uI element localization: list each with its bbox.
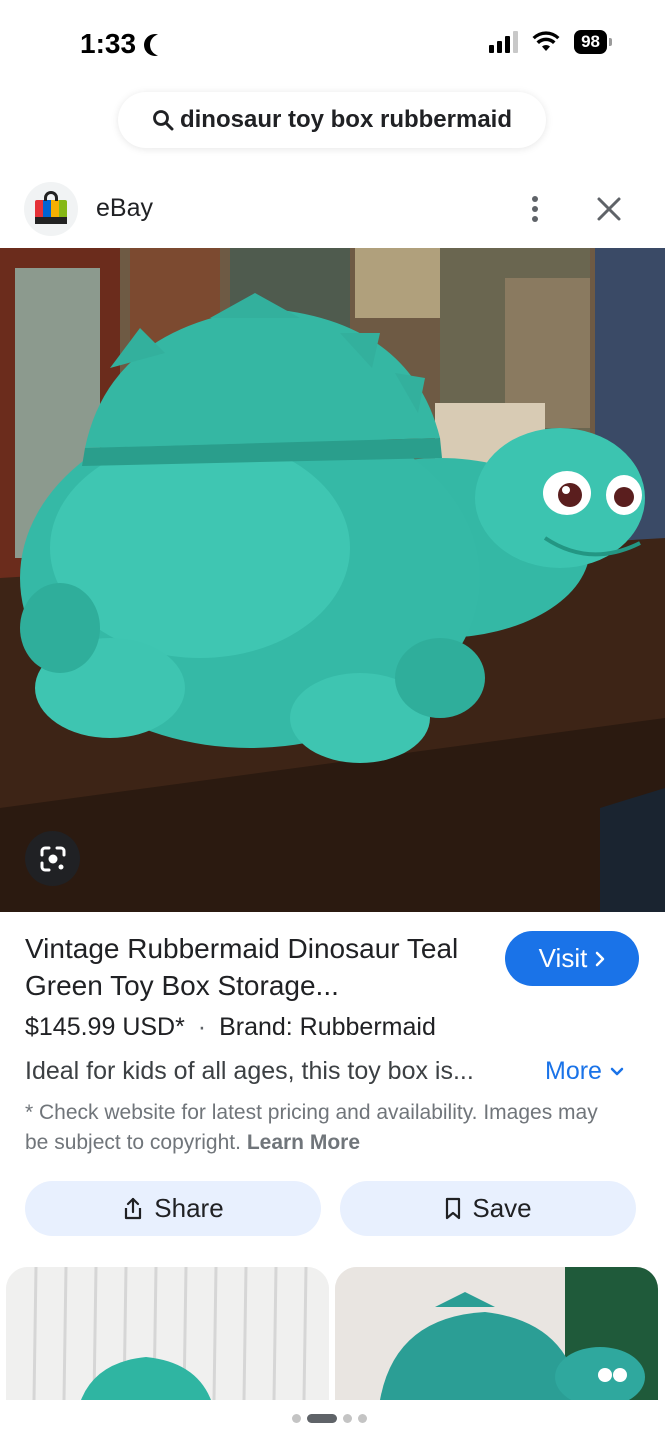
learn-more-link[interactable]: Learn More [247, 1131, 360, 1154]
lens-icon [40, 846, 65, 871]
more-button[interactable]: More [545, 1057, 624, 1086]
page-indicator [292, 1414, 367, 1423]
description: Ideal for kids of all ages, this toy box… [25, 1057, 474, 1085]
page-dot [307, 1414, 337, 1423]
lens-search-button[interactable] [25, 831, 80, 886]
product-image[interactable] [0, 248, 665, 912]
source-header: eBay [0, 180, 665, 238]
battery-indicator: 98 [574, 30, 612, 54]
visit-button[interactable]: Visit [505, 931, 639, 986]
cellular-signal-icon [489, 31, 519, 53]
search-query-text: dinosaur toy box rubbermaid [179, 106, 513, 133]
chevron-right-icon [596, 951, 605, 966]
price: $145.99 USD* [25, 1013, 185, 1041]
save-button[interactable]: Save [340, 1181, 636, 1236]
search-icon [153, 110, 174, 131]
share-label: Share [154, 1193, 224, 1223]
related-image-1[interactable] [6, 1267, 329, 1400]
share-button[interactable]: Share [25, 1181, 321, 1236]
search-query-pill[interactable]: dinosaur toy box rubbermaid [118, 92, 546, 148]
status-indicators: 98 [489, 30, 612, 54]
page-dot [358, 1414, 367, 1423]
brand: Brand: Rubbermaid [219, 1013, 436, 1041]
page-dot [343, 1414, 352, 1423]
visit-label: Visit [538, 943, 588, 973]
more-options-icon[interactable] [526, 192, 544, 226]
ebay-bag-icon[interactable] [24, 182, 78, 236]
moon-icon [150, 34, 172, 56]
share-icon [125, 1197, 142, 1219]
status-bar: 1:33 98 [0, 0, 665, 90]
page-dot [292, 1414, 301, 1423]
battery-level: 98 [581, 32, 600, 51]
wifi-icon [532, 31, 560, 51]
related-thumbnail-photo [6, 1267, 329, 1400]
source-name[interactable]: eBay [96, 194, 153, 223]
related-thumbnail-photo [335, 1267, 658, 1400]
more-label: More [545, 1057, 602, 1085]
dinosaur-toy-box-photo [0, 248, 665, 912]
related-image-2[interactable] [335, 1267, 658, 1400]
bottom-bar [0, 1400, 665, 1440]
disclaimer: * Check website for latest pricing and a… [25, 1098, 625, 1158]
price-brand-line: $145.99 USD* · Brand: Rubbermaid [25, 1013, 436, 1042]
bookmark-icon [446, 1197, 461, 1219]
result-title[interactable]: Vintage Rubbermaid Dinosaur Teal Green T… [25, 930, 485, 1004]
save-label: Save [472, 1193, 532, 1223]
separator-dot: · [197, 1013, 207, 1041]
time-label: 1:33 [80, 28, 137, 59]
chevron-down-icon [610, 1067, 624, 1075]
status-time: 1:33 [80, 28, 172, 60]
close-icon[interactable] [592, 192, 626, 226]
